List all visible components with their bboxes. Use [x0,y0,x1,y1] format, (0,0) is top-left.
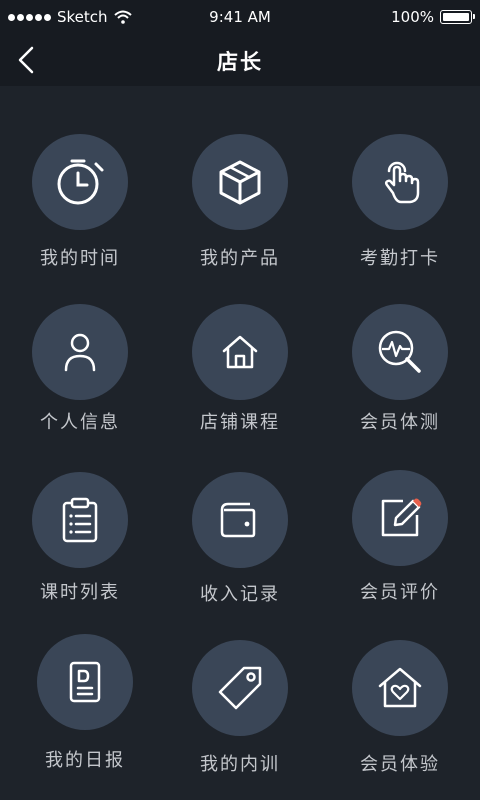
menu-item-label: 我的内训 [200,754,280,775]
page-title: 店长 [217,50,263,74]
menu-item-class-list[interactable]: 课时列表 [0,472,160,632]
icon-circle [32,134,128,230]
stopwatch-icon [57,159,104,205]
menu-item-label: 店铺课程 [200,412,280,433]
menu-item-label: 我的时间 [40,248,120,269]
menu-item-store-courses[interactable]: 店铺课程 [160,304,320,464]
menu-item-label: 课时列表 [40,582,120,603]
menu-item-member-experience[interactable]: 会员体验 [320,640,480,800]
menu-item-label: 会员评价 [360,582,440,603]
menu-item-label: 会员体验 [360,754,440,775]
icon-circle [352,640,448,736]
clipboard-list-icon [62,497,98,543]
battery-icon [440,10,475,24]
menu-item-label: 考勤打卡 [360,248,440,269]
menu-item-personal-info[interactable]: 个人信息 [0,304,160,464]
edit-note-icon [381,498,422,537]
tap-hand-icon [384,161,420,204]
box-icon [219,160,261,205]
menu-item-my-time[interactable]: 我的时间 [0,134,160,294]
wallet-icon [220,502,256,538]
daily-report-icon [69,661,101,703]
menu-item-label: 我的日报 [45,750,125,771]
menu-item-income-record[interactable]: 收入记录 [160,472,320,632]
menu-item-member-test[interactable]: 会员体测 [320,304,480,464]
tag-icon [218,666,262,710]
nav-bar: 店长 [0,34,480,86]
menu-item-label: 个人信息 [40,412,120,433]
menu-item-attendance[interactable]: 考勤打卡 [320,134,480,294]
status-right: 100% [391,8,475,26]
icon-circle [32,472,128,568]
icon-circle [192,134,288,230]
health-search-icon [378,330,421,373]
icon-circle [352,134,448,230]
menu-item-internal-training[interactable]: 我的内训 [160,640,320,800]
menu-item-my-products[interactable]: 我的产品 [160,134,320,294]
heart-home-icon [378,667,422,708]
battery-percent: 100% [391,8,434,26]
status-bar: Sketch 9:41 AM 100% [0,0,480,34]
icon-circle [32,304,128,400]
icon-circle [192,472,288,568]
icon-circle [352,304,448,400]
menu-item-daily-report[interactable]: 我的日报 [5,634,165,794]
icon-circle [37,634,133,730]
person-icon [64,333,96,372]
icon-circle [192,640,288,736]
icon-circle [192,304,288,400]
menu-item-label: 会员体测 [360,412,440,433]
menu-grid: 我的时间 我的产品 考勤打卡 个人信息 店铺课程 会员体测 课时列表 收入记录 … [0,86,480,800]
home-icon [222,335,258,369]
menu-item-member-review[interactable]: 会员评价 [320,470,480,632]
icon-circle [352,470,448,566]
menu-item-label: 我的产品 [200,248,280,269]
menu-item-label: 收入记录 [200,584,280,605]
